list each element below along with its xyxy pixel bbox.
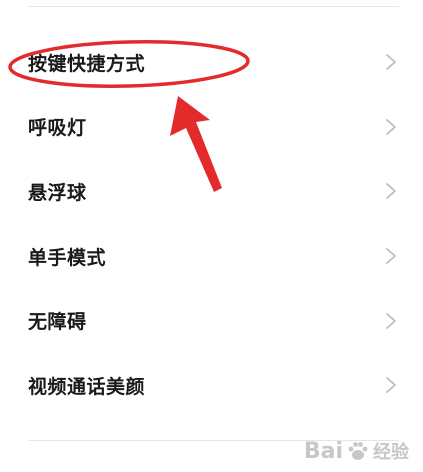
settings-item-label: 悬浮球 xyxy=(28,181,87,204)
settings-item-label: 呼吸灯 xyxy=(28,117,87,140)
settings-item-breathing-light[interactable]: 呼吸灯 xyxy=(0,95,423,160)
settings-item-label: 按键快捷方式 xyxy=(28,52,146,75)
top-divider xyxy=(28,6,399,7)
settings-item-video-call-beauty[interactable]: 视频通话美颜 xyxy=(0,353,423,418)
settings-screen: 按键快捷方式 呼吸灯 悬浮球 单手模式 无障碍 视频通话美颜 Bai 经验 xyxy=(0,0,423,472)
watermark: Bai 经验 xyxy=(304,438,409,464)
chevron-right-icon xyxy=(386,54,396,71)
settings-item-accessibility[interactable]: 无障碍 xyxy=(0,288,423,353)
watermark-text: Bai xyxy=(303,438,343,464)
settings-item-label: 视频通话美颜 xyxy=(28,375,146,398)
settings-item-label: 无障碍 xyxy=(28,311,87,334)
chevron-right-icon xyxy=(386,248,396,264)
settings-item-label: 单手模式 xyxy=(28,246,107,269)
settings-list: 按键快捷方式 呼吸灯 悬浮球 单手模式 无障碍 视频通话美颜 xyxy=(0,30,423,418)
chevron-right-icon xyxy=(386,377,396,394)
watermark-subtext: 经验 xyxy=(373,442,409,463)
chevron-right-icon xyxy=(386,312,396,329)
paw-logo-icon xyxy=(348,442,368,460)
chevron-right-icon xyxy=(386,118,396,135)
settings-item-one-hand-mode[interactable]: 单手模式 xyxy=(0,224,423,289)
settings-item-button-shortcuts[interactable]: 按键快捷方式 xyxy=(0,30,423,95)
settings-item-floating-ball[interactable]: 悬浮球 xyxy=(0,159,423,224)
chevron-right-icon xyxy=(386,183,396,200)
